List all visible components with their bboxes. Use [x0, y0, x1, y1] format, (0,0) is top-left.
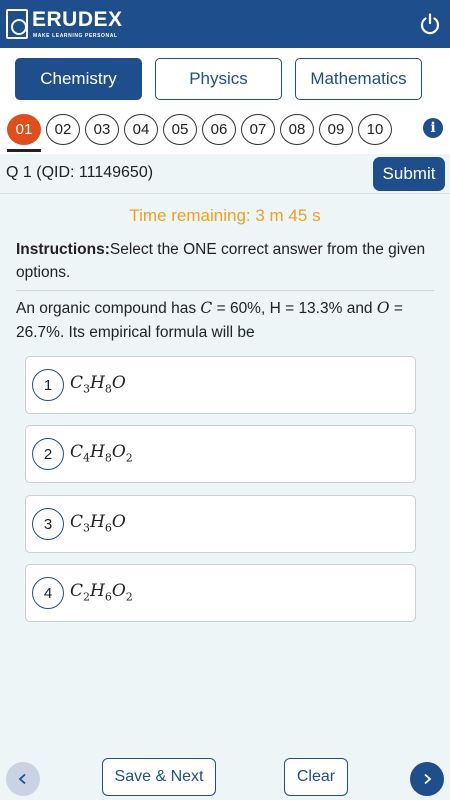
question-number-08[interactable]: 08: [280, 114, 314, 145]
time-remaining: Time remaining: 3 m 45 s: [129, 206, 321, 225]
option-formula: C4H8O2: [70, 442, 133, 465]
option-number: 1: [32, 369, 64, 401]
question-number-10[interactable]: 10: [358, 114, 392, 145]
question-number-07[interactable]: 07: [241, 114, 275, 145]
save-and-next-button[interactable]: Save & Next: [102, 758, 216, 796]
option-2[interactable]: 2 C4H8O2: [25, 425, 416, 483]
question-id: Q 1 (QID: 11149650): [6, 164, 154, 181]
option-formula: C2H6O2: [70, 581, 133, 604]
question-number-09[interactable]: 09: [319, 114, 353, 145]
question-text-part: An organic compound has: [16, 300, 201, 317]
divider: [16, 290, 434, 291]
option-3[interactable]: 3 C3H6O: [25, 495, 416, 553]
question-number-05[interactable]: 05: [163, 114, 197, 145]
question-header: Q 1 (QID: 11149650) Submit: [0, 154, 450, 194]
question-number-02[interactable]: 02: [46, 114, 80, 145]
option-number: 2: [32, 438, 64, 470]
power-icon[interactable]: [418, 12, 442, 36]
question-math-c: C: [200, 299, 213, 317]
active-question-underline: [7, 149, 41, 152]
option-formula: C3H6O: [70, 512, 126, 535]
question-number-03[interactable]: 03: [85, 114, 119, 145]
tab-mathematics[interactable]: Mathematics: [295, 58, 422, 100]
question-number-04[interactable]: 04: [124, 114, 158, 145]
info-icon[interactable]: i: [423, 118, 443, 138]
question-math-o: O: [376, 299, 390, 317]
option-number: 4: [32, 577, 64, 609]
chevron-left-icon: [18, 773, 26, 785]
option-formula: C3H8O: [70, 373, 126, 396]
erudex-logo-icon: [6, 9, 28, 39]
option-number: 3: [32, 508, 64, 540]
option-1[interactable]: 1 C3H8O: [25, 356, 416, 414]
question-number-01[interactable]: 01: [7, 114, 41, 145]
footer-bar: Save & Next Clear: [0, 754, 450, 800]
instructions: Instructions:Select the ONE correct answ…: [16, 238, 426, 284]
brand-name: ERUDEX: [32, 8, 123, 31]
previous-button[interactable]: [6, 762, 40, 796]
question-text: An organic compound has C = 60%, H = 13.…: [16, 296, 426, 345]
brand-tagline: MAKE LEARNING PERSONAL: [33, 33, 118, 39]
chevron-right-icon: [424, 773, 432, 785]
instructions-label: Instructions:: [16, 241, 110, 258]
app-header: ERUDEX MAKE LEARNING PERSONAL: [0, 0, 450, 48]
next-button[interactable]: [410, 762, 444, 796]
tab-physics[interactable]: Physics: [155, 58, 282, 100]
option-4[interactable]: 4 C2H6O2: [25, 564, 416, 622]
question-text-part: = 60%, H = 13.3% and: [212, 300, 377, 317]
submit-button[interactable]: Submit: [373, 157, 445, 191]
tab-chemistry[interactable]: Chemistry: [15, 58, 142, 100]
question-number-06[interactable]: 06: [202, 114, 236, 145]
question-number-nav: 01 02 03 04 05 06 07 08 09 10 i: [0, 110, 450, 154]
clear-button[interactable]: Clear: [284, 758, 348, 796]
subject-tabs: Chemistry Physics Mathematics: [0, 48, 450, 110]
question-panel: Q 1 (QID: 11149650) Submit Time remainin…: [0, 154, 450, 800]
